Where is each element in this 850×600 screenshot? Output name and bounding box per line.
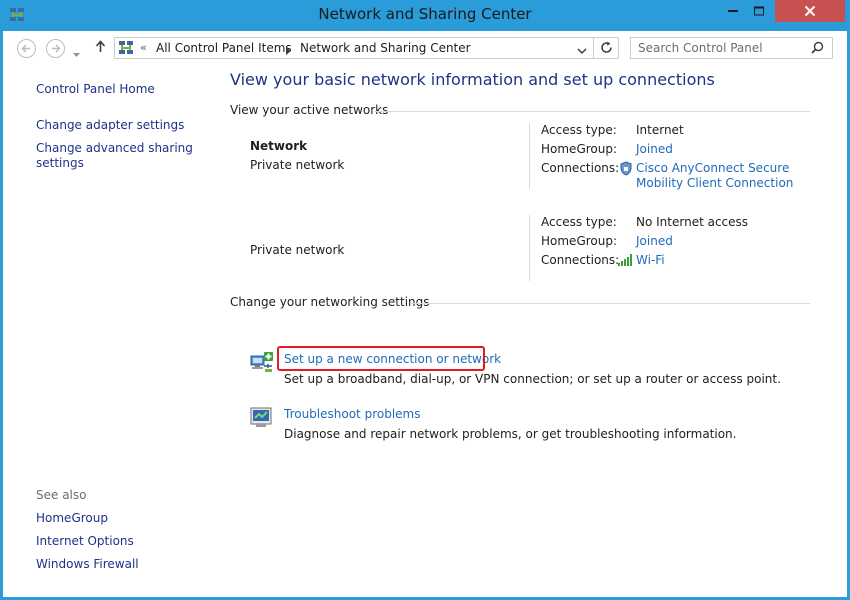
maximize-button[interactable] xyxy=(746,0,772,22)
homegroup-joined-link[interactable]: Joined xyxy=(636,234,673,249)
control-panel-icon xyxy=(118,40,134,56)
arrow-up-icon xyxy=(95,40,106,52)
address-row: « All Control Panel Items Network and Sh… xyxy=(3,31,847,65)
search-input[interactable] xyxy=(631,38,806,58)
address-dropdown-icon[interactable] xyxy=(577,44,587,58)
network-divider xyxy=(529,123,530,189)
network-type: Private network xyxy=(250,158,345,172)
forward-button[interactable] xyxy=(46,39,65,58)
change-adapter-settings-link[interactable]: Change adapter settings xyxy=(36,118,184,133)
arrow-right-icon xyxy=(52,44,61,53)
breadcrumb-all-control-panel-items[interactable]: All Control Panel Items xyxy=(156,41,292,55)
homegroup-link[interactable]: HomeGroup xyxy=(36,511,108,526)
setup-new-connection-description: Set up a broadband, dial-up, or VPN conn… xyxy=(284,372,781,386)
left-pane: Control Panel Home Change adapter settin… xyxy=(3,65,218,597)
search-icon[interactable] xyxy=(811,41,824,57)
troubleshoot-icon xyxy=(250,407,274,432)
address-bar[interactable]: « All Control Panel Items Network and Sh… xyxy=(114,37,619,59)
windows-firewall-link[interactable]: Windows Firewall xyxy=(36,557,139,572)
cisco-anyconnect-connection-link[interactable]: Cisco AnyConnect Secure Mobility Client … xyxy=(636,161,796,191)
vpn-icon xyxy=(620,161,632,179)
connections-label: Connections: xyxy=(541,161,620,175)
access-type-value: Internet xyxy=(636,123,684,137)
new-connection-icon xyxy=(250,351,274,376)
network-divider xyxy=(529,215,530,281)
arrow-left-icon xyxy=(21,44,30,53)
back-button[interactable] xyxy=(17,39,36,58)
close-button[interactable] xyxy=(775,0,845,22)
window-body: « All Control Panel Items Network and Sh… xyxy=(3,31,847,597)
breadcrumb-network-and-sharing-center[interactable]: Network and Sharing Center xyxy=(300,41,471,55)
refresh-icon xyxy=(601,41,612,53)
highlight-box xyxy=(277,346,485,371)
page-title: View your basic network information and … xyxy=(230,70,715,89)
minimize-button[interactable] xyxy=(720,0,746,22)
search-box[interactable] xyxy=(630,37,833,59)
wifi-connection-link[interactable]: Wi-Fi xyxy=(636,253,665,268)
up-button[interactable] xyxy=(95,40,106,56)
homegroup-label: HomeGroup: xyxy=(541,234,618,248)
networking-settings-header: Change your networking settings xyxy=(230,295,430,309)
access-type-label: Access type: xyxy=(541,123,617,137)
troubleshoot-problems-description: Diagnose and repair network problems, or… xyxy=(284,427,737,441)
homegroup-label: HomeGroup: xyxy=(541,142,618,156)
access-type-label: Access type: xyxy=(541,215,617,229)
connections-label: Connections: xyxy=(541,253,620,267)
network-name: Network xyxy=(250,139,308,153)
breadcrumb-overflow[interactable]: « xyxy=(140,41,147,54)
network-type: Private network xyxy=(250,243,345,257)
troubleshoot-problems-link[interactable]: Troubleshoot problems xyxy=(284,407,420,421)
change-advanced-sharing-settings-link[interactable]: Change advanced sharing settings xyxy=(36,141,196,171)
internet-options-link[interactable]: Internet Options xyxy=(36,534,134,549)
refresh-button[interactable] xyxy=(593,37,619,59)
homegroup-joined-link[interactable]: Joined xyxy=(636,142,673,157)
wifi-signal-icon xyxy=(618,254,633,269)
active-networks-header: View your active networks xyxy=(230,103,389,117)
main-content: View your basic network information and … xyxy=(218,65,847,597)
see-also-label: See also xyxy=(36,488,87,502)
section-divider xyxy=(410,303,810,304)
access-type-value: No Internet access xyxy=(636,215,749,229)
recent-pages-chevron-icon[interactable] xyxy=(73,46,80,60)
title-bar: Network and Sharing Center xyxy=(0,0,850,31)
control-panel-home-link[interactable]: Control Panel Home xyxy=(36,82,155,97)
breadcrumb-separator-icon[interactable] xyxy=(286,44,291,58)
section-divider xyxy=(374,111,810,112)
